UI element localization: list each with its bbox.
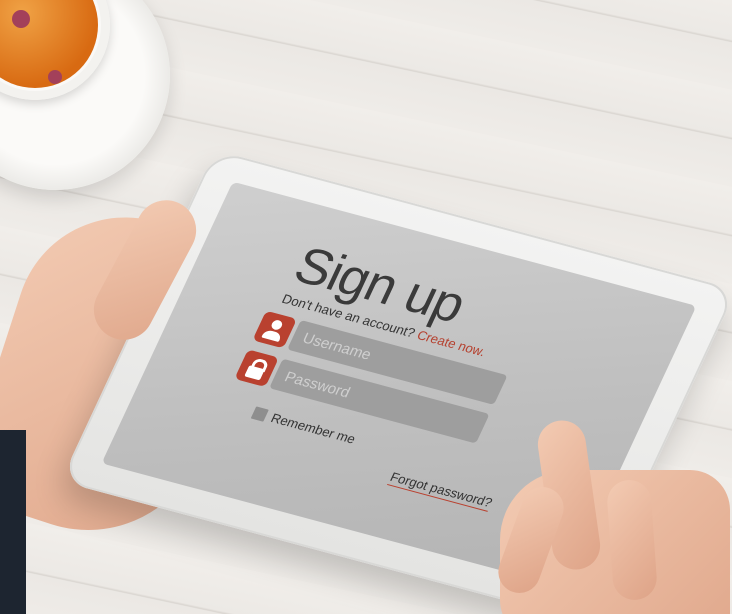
- photo-scene: Sign up Don't have an account? Create no…: [0, 0, 732, 614]
- forgot-password-link[interactable]: Forgot password?: [386, 469, 495, 512]
- remember-me-row[interactable]: Remember me: [250, 405, 358, 446]
- remember-me-label: Remember me: [268, 410, 359, 447]
- remember-me-checkbox[interactable]: [250, 406, 269, 422]
- middle-finger: [605, 478, 659, 602]
